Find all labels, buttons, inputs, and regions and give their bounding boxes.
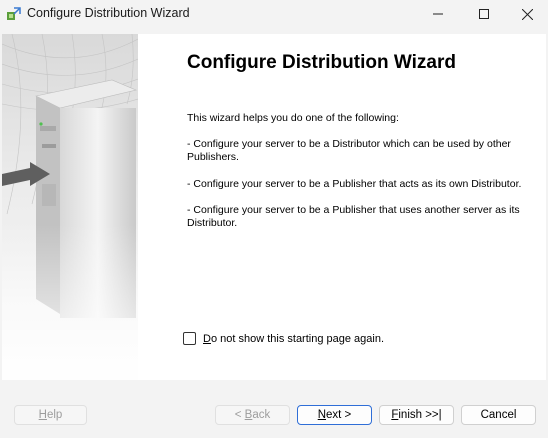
maximize-icon <box>479 9 489 19</box>
bullet-another-server: - Configure your server to be a Publishe… <box>187 204 520 229</box>
wizard-banner-image <box>2 34 138 380</box>
next-button[interactable]: Next > <box>297 405 372 425</box>
bullet-own-distributor: - Configure your server to be a Publishe… <box>187 178 522 190</box>
close-icon <box>521 8 533 20</box>
window-title: Configure Distribution Wizard <box>27 6 190 20</box>
finish-button[interactable]: Finish >>| <box>379 405 454 425</box>
close-button[interactable] <box>504 0 548 28</box>
wizard-icon <box>7 7 21 20</box>
minimize-button[interactable] <box>415 0 461 28</box>
intro-text: This wizard helps you do one of the foll… <box>187 112 399 124</box>
skip-start-page-checkbox[interactable] <box>183 332 196 345</box>
back-button[interactable]: < Back <box>215 405 290 425</box>
bullet-distributor: - Configure your server to be a Distribu… <box>187 138 511 163</box>
skip-start-page-label[interactable]: Do not show this starting page again. <box>203 333 384 345</box>
skip-start-page-option[interactable]: Do not show this starting page again. <box>183 332 384 345</box>
title-bar: Configure Distribution Wizard <box>0 0 548 28</box>
page-heading: Configure Distribution Wizard <box>187 52 456 73</box>
cancel-button[interactable]: Cancel <box>461 405 536 425</box>
maximize-button[interactable] <box>461 0 507 28</box>
minimize-icon <box>433 13 443 15</box>
server-illustration <box>2 34 138 380</box>
help-button[interactable]: Help <box>14 405 87 425</box>
wizard-content: Configure Distribution Wizard This wizar… <box>2 34 546 380</box>
